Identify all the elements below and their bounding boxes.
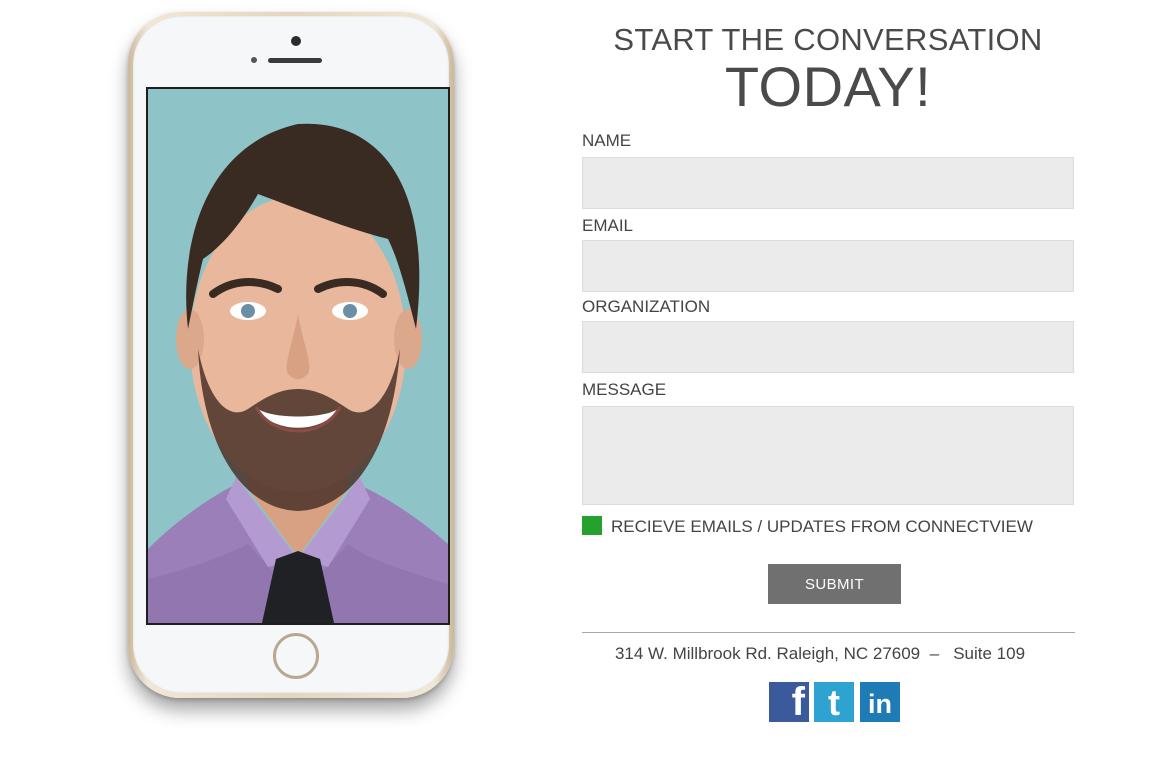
sensor-icon xyxy=(251,57,257,63)
contact-page: START THE CONVERSATION TODAY! NAME EMAIL… xyxy=(0,0,1166,764)
message-label: MESSAGE xyxy=(582,380,667,399)
divider xyxy=(582,632,1075,633)
email-optin-label: RECIEVE EMAILS / UPDATES FROM CONNECTVIE… xyxy=(611,517,1033,536)
message-field[interactable] xyxy=(582,406,1074,505)
phone-mockup xyxy=(128,12,454,698)
page-title: TODAY! xyxy=(724,55,932,118)
organization-label: ORGANIZATION xyxy=(582,297,711,316)
phone-face xyxy=(133,16,450,693)
page-subtitle: START THE CONVERSATION xyxy=(613,22,1043,57)
address-text: 314 W. Millbrook Rd. Raleigh, NC 27609 –… xyxy=(614,644,1026,663)
earpiece-speaker-icon xyxy=(268,58,322,63)
twitter-icon[interactable]: t xyxy=(814,682,854,722)
email-field[interactable] xyxy=(582,240,1074,292)
portrait-photo xyxy=(148,89,448,623)
organization-field[interactable] xyxy=(582,321,1074,373)
home-button xyxy=(273,633,319,679)
linkedin-icon[interactable]: in xyxy=(860,682,900,722)
front-camera-icon xyxy=(291,36,301,46)
email-optin-checkbox[interactable] xyxy=(582,516,602,535)
iris-right xyxy=(343,304,357,318)
phone-screen xyxy=(146,87,450,625)
facebook-icon[interactable]: f xyxy=(769,682,809,722)
iris-left xyxy=(241,304,255,318)
email-label: EMAIL xyxy=(582,216,634,235)
name-label: NAME xyxy=(582,131,632,150)
name-field[interactable] xyxy=(582,157,1074,209)
submit-button[interactable]: SUBMIT xyxy=(768,564,901,604)
